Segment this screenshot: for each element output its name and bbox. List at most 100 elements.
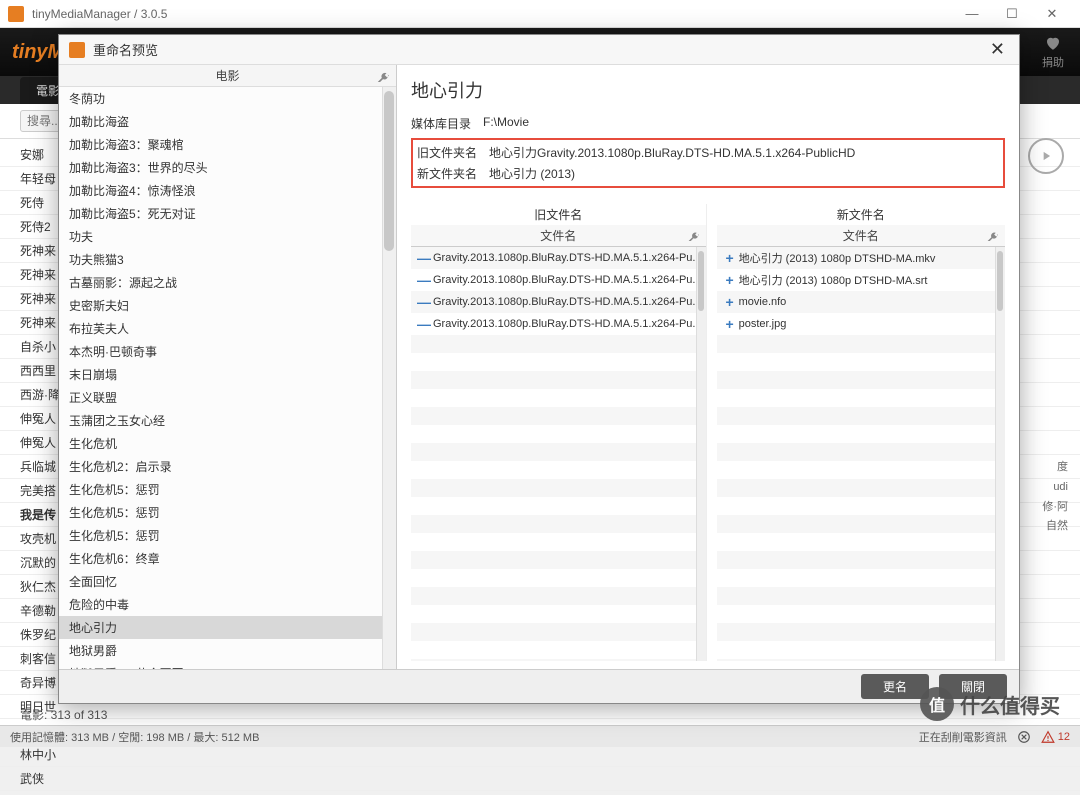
bg-movie-item[interactable]: 武侠 [0, 767, 1080, 791]
status-bar: 使用記憶體: 313 MB / 空閒: 198 MB / 最大: 512 MB … [0, 725, 1080, 747]
close-window-button[interactable]: ✕ [1032, 0, 1072, 28]
movie-list-item[interactable]: 地心引力 [59, 616, 396, 639]
selected-movie-title: 地心引力 [411, 77, 1005, 103]
old-files-header: 旧文件名 [411, 204, 706, 225]
app-icon [8, 6, 24, 22]
plus-icon: + [721, 294, 739, 310]
movie-list-item[interactable]: 加勒比海盗3：聚魂棺 [59, 133, 396, 156]
plus-icon: + [721, 250, 739, 266]
memory-usage: 使用記憶體: 313 MB / 空閒: 198 MB / 最大: 512 MB [10, 729, 259, 745]
scrollbar-thumb[interactable] [698, 251, 704, 311]
scrollbar[interactable] [995, 247, 1005, 661]
watermark: 值 什么值得买 [920, 687, 1060, 721]
new-file-name: movie.nfo [739, 296, 1001, 308]
old-file-row[interactable]: —Gravity.2013.1080p.BluRay.DTS-HD.MA.5.1… [411, 291, 706, 313]
movie-list-pane: 电影 冬荫功加勒比海盗加勒比海盗3：聚魂棺加勒比海盗3：世界的尽头加勒比海盗4：… [59, 65, 397, 669]
window-titlebar: tinyMediaManager / 3.0.5 — ☐ ✕ [0, 0, 1080, 28]
old-file-row[interactable]: —Gravity.2013.1080p.BluRay.DTS-HD.MA.5.1… [411, 247, 706, 269]
movie-list-item[interactable]: 加勒比海盗4：惊涛怪浪 [59, 179, 396, 202]
play-icon [1039, 149, 1053, 163]
scrollbar[interactable] [382, 87, 396, 669]
movie-list-item[interactable]: 地狱男爵 [59, 639, 396, 662]
rename-preview-dialog: 重命名预览 ✕ 电影 冬荫功加勒比海盗加勒比海盗3：聚魂棺加勒比海盗3：世界的尽… [58, 34, 1020, 704]
new-file-name: poster.jpg [739, 318, 1001, 330]
new-file-row[interactable]: +poster.jpg [717, 313, 1005, 335]
new-filename-col-header: 文件名 [717, 225, 1005, 247]
dialog-icon [69, 42, 85, 58]
old-file-row[interactable]: —Gravity.2013.1080p.BluRay.DTS-HD.MA.5.1… [411, 313, 706, 335]
wrench-icon[interactable] [986, 228, 999, 241]
dialog-footer: 更名 關閉 [59, 669, 1019, 703]
status-ok-icon[interactable] [1017, 730, 1031, 744]
new-folder-label: 新文件夹名 [417, 165, 489, 182]
old-file-name: Gravity.2013.1080p.BluRay.DTS-HD.MA.5.1.… [433, 252, 702, 264]
old-file-row[interactable]: —Gravity.2013.1080p.BluRay.DTS-HD.MA.5.1… [411, 269, 706, 291]
library-path-value: F:\Movie [483, 115, 1005, 132]
old-files-column: 旧文件名 文件名 —Gravity.2013.1080p.BluRay.DTS-… [411, 204, 707, 661]
watermark-text: 什么值得买 [960, 690, 1060, 719]
detail-snippets: 度udi修·阿自然 [1042, 458, 1068, 537]
movie-list[interactable]: 冬荫功加勒比海盗加勒比海盗3：聚魂棺加勒比海盗3：世界的尽头加勒比海盗4：惊涛怪… [59, 87, 396, 669]
movie-list-item[interactable]: 史密斯夫妇 [59, 294, 396, 317]
minimize-button[interactable]: — [952, 0, 992, 28]
minus-icon: — [415, 250, 433, 266]
movie-list-item[interactable]: 末日崩塌 [59, 363, 396, 386]
movie-list-item[interactable]: 玉蒲团之玉女心经 [59, 409, 396, 432]
wrench-icon[interactable] [687, 228, 700, 241]
dialog-titlebar: 重命名预览 ✕ [59, 35, 1019, 65]
donate-button[interactable]: 捐助 [1038, 34, 1068, 70]
old-folder-value: 地心引力Gravity.2013.1080p.BluRay.DTS-HD.MA.… [489, 144, 999, 161]
movie-list-item[interactable]: 全面回忆 [59, 570, 396, 593]
movie-list-header: 电影 [59, 65, 396, 87]
old-folder-label: 旧文件夹名 [417, 144, 489, 161]
movie-list-item[interactable]: 危险的中毒 [59, 593, 396, 616]
play-button[interactable] [1028, 138, 1064, 174]
cancel-circle-icon [1017, 730, 1031, 744]
movie-list-item[interactable]: 功夫熊猫3 [59, 248, 396, 271]
rename-button[interactable]: 更名 [861, 674, 929, 699]
movie-list-item[interactable]: 功夫 [59, 225, 396, 248]
movie-list-item[interactable]: 加勒比海盗5：死无对证 [59, 202, 396, 225]
new-file-row[interactable]: +地心引力 (2013) 1080p DTSHD-MA.mkv [717, 247, 1005, 269]
movie-list-item[interactable]: 生化危机5：惩罚 [59, 478, 396, 501]
movie-list-item[interactable]: 古墓丽影：源起之战 [59, 271, 396, 294]
dialog-close-button[interactable]: ✕ [986, 39, 1009, 60]
movie-list-item[interactable]: 正义联盟 [59, 386, 396, 409]
new-files-list: +地心引力 (2013) 1080p DTSHD-MA.mkv+地心引力 (20… [717, 247, 1005, 661]
highlighted-folder-box: 旧文件夹名 地心引力Gravity.2013.1080p.BluRay.DTS-… [411, 138, 1005, 188]
movie-list-item[interactable]: 生化危机5：惩罚 [59, 524, 396, 547]
dialog-title: 重命名预览 [93, 40, 986, 59]
movie-count-label: 電影: 313 of 313 [20, 706, 107, 723]
maximize-button[interactable]: ☐ [992, 0, 1032, 28]
new-file-row[interactable]: +movie.nfo [717, 291, 1005, 313]
new-file-row[interactable]: +地心引力 (2013) 1080p DTSHD-MA.srt [717, 269, 1005, 291]
scrollbar[interactable] [696, 247, 706, 661]
heart-icon [1043, 34, 1063, 52]
movie-list-item[interactable]: 生化危机6：终章 [59, 547, 396, 570]
movie-list-item[interactable]: 本杰明·巴顿奇事 [59, 340, 396, 363]
movie-list-item[interactable]: 生化危机 [59, 432, 396, 455]
warning-indicator[interactable]: 12 [1041, 730, 1070, 744]
movie-list-item[interactable]: 加勒比海盗3：世界的尽头 [59, 156, 396, 179]
new-folder-value: 地心引力 (2013) [489, 165, 999, 182]
movie-list-item[interactable]: 加勒比海盗 [59, 110, 396, 133]
settings-wrench-icon[interactable] [376, 68, 390, 82]
movie-list-item[interactable]: 地狱男爵2：黄金军团 [59, 662, 396, 669]
donate-label: 捐助 [1042, 57, 1064, 69]
new-file-name: 地心引力 (2013) 1080p DTSHD-MA.srt [739, 272, 1001, 288]
scrollbar-thumb[interactable] [997, 251, 1003, 311]
scraping-status: 正在刮削電影資訊 [919, 729, 1007, 745]
movie-list-item[interactable]: 冬荫功 [59, 87, 396, 110]
movie-list-item[interactable]: 生化危机5：惩罚 [59, 501, 396, 524]
old-file-name: Gravity.2013.1080p.BluRay.DTS-HD.MA.5.1.… [433, 274, 702, 286]
app-logo: tinyM [12, 41, 64, 64]
movie-list-item[interactable]: 生化危机2：启示录 [59, 455, 396, 478]
warning-triangle-icon [1041, 730, 1055, 744]
scrollbar-thumb[interactable] [384, 91, 394, 251]
window-title: tinyMediaManager / 3.0.5 [32, 7, 952, 21]
library-path-label: 媒体库目录 [411, 115, 483, 132]
plus-icon: + [721, 272, 739, 288]
new-files-column: 新文件名 文件名 +地心引力 (2013) 1080p DTSHD-MA.mkv… [717, 204, 1005, 661]
movie-list-item[interactable]: 布拉芙夫人 [59, 317, 396, 340]
old-file-name: Gravity.2013.1080p.BluRay.DTS-HD.MA.5.1.… [433, 318, 702, 330]
